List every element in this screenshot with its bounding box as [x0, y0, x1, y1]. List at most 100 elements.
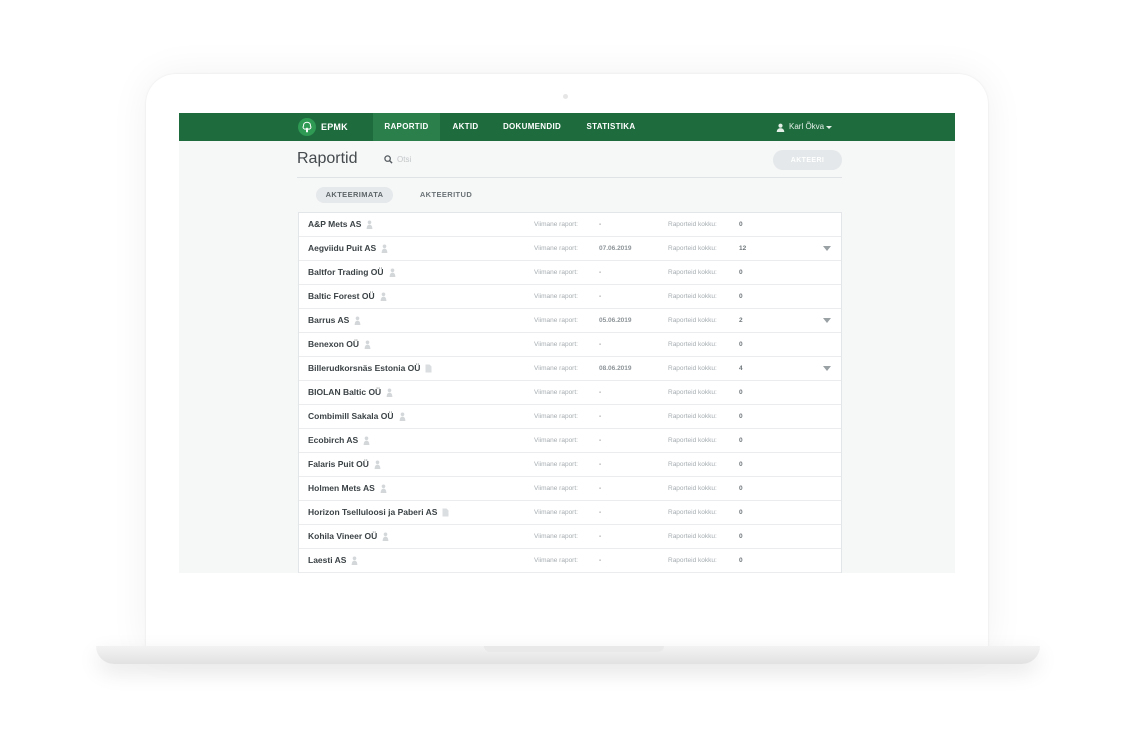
company-name-text: Ecobirch AS: [308, 435, 359, 445]
person-icon: [363, 436, 370, 445]
person-icon: [374, 460, 381, 469]
nav-item-statistika[interactable]: STATISTIKA: [579, 113, 643, 141]
company-name-text: Barrus AS: [308, 315, 350, 325]
company-list: A&P Mets AS Viimane raport: - Raporteid …: [298, 212, 842, 573]
person-icon: [352, 556, 358, 565]
list-item[interactable]: Barrus AS Viimane raport: 05.06.2019 Rap…: [299, 309, 841, 333]
last-report-value: 07.06.2019: [599, 245, 632, 252]
reports-total-value: 0: [739, 293, 743, 300]
list-item[interactable]: Aegviidu Puit AS Viimane raport: 07.06.2…: [299, 237, 841, 261]
user-name: Karl Õkva: [789, 122, 825, 131]
company-name: A&P Mets AS: [308, 213, 373, 236]
reports-total-value: 12: [739, 245, 747, 252]
tab-akteeritud[interactable]: AKTEERITUD: [409, 187, 483, 203]
reports-total-value: 0: [739, 533, 743, 540]
list-item[interactable]: Horizon Tselluloosi ja Paberi AS Viimane…: [299, 501, 841, 525]
company-name-text: A&P Mets AS: [308, 219, 362, 229]
search-input[interactable]: [397, 155, 487, 164]
reports-total-label: Raporteid kokku:: [668, 365, 717, 372]
last-report-value: -: [599, 461, 602, 468]
last-report-label: Viimane raport:: [534, 221, 578, 228]
last-report-label: Viimane raport:: [534, 341, 578, 348]
reports-total-label: Raporteid kokku:: [668, 389, 717, 396]
reports-total-label: Raporteid kokku:: [668, 509, 717, 516]
company-name-text: Combimill Sakala OÜ: [308, 411, 394, 421]
person-icon: [382, 532, 389, 541]
last-report-value: -: [599, 269, 602, 276]
user-icon: [776, 123, 785, 132]
list-item[interactable]: BIOLAN Baltic OÜ Viimane raport: - Rapor…: [299, 381, 841, 405]
reports-total-value: 4: [739, 365, 743, 372]
company-name-text: Kohila Vineer OÜ: [308, 531, 378, 541]
company-name-text: Benexon OÜ: [308, 339, 360, 349]
list-item[interactable]: Kohila Vineer OÜ Viimane raport: - Rapor…: [299, 525, 841, 549]
company-name: Ecobirch AS: [308, 429, 370, 452]
company-name: Holmen Mets AS: [308, 477, 387, 500]
company-name: Combimill Sakala OÜ: [308, 405, 406, 428]
last-report-value: -: [599, 557, 602, 564]
last-report-value: -: [599, 533, 602, 540]
list-item[interactable]: Laesti AS Viimane raport: - Raporteid ko…: [299, 549, 841, 573]
list-item[interactable]: Falaris Puit OÜ Viimane raport: - Raport…: [299, 453, 841, 477]
company-name: Baltfor Trading OÜ: [308, 261, 396, 284]
list-item[interactable]: Baltic Forest OÜ Viimane raport: - Rapor…: [299, 285, 841, 309]
reports-total-label: Raporteid kokku:: [668, 341, 717, 348]
nav-item-dokumendid[interactable]: DOKUMENDID: [494, 113, 570, 141]
camera-dot: [563, 94, 568, 99]
person-icon: [354, 316, 361, 325]
last-report-value: -: [599, 293, 602, 300]
list-item[interactable]: Benexon OÜ Viimane raport: - Raporteid k…: [299, 333, 841, 357]
list-item[interactable]: A&P Mets AS Viimane raport: - Raporteid …: [299, 213, 841, 237]
top-navbar: EPMK RAPORTID AKTID DOKUMENDID STATISTIK…: [179, 113, 955, 141]
company-name: Horizon Tselluloosi ja Paberi AS: [308, 501, 449, 524]
reports-total-value: 0: [739, 221, 743, 228]
person-icon: [380, 484, 387, 493]
nav-item-raportid[interactable]: RAPORTID: [373, 113, 440, 141]
company-name-text: Horizon Tselluloosi ja Paberi AS: [308, 507, 438, 517]
list-item[interactable]: Billerudkorsnäs Estonia OÜ Viimane rapor…: [299, 357, 841, 381]
logo[interactable]: EPMK: [298, 116, 348, 138]
chevron-down-icon[interactable]: [823, 318, 831, 323]
chevron-down-icon[interactable]: [823, 246, 831, 251]
list-item[interactable]: Ecobirch AS Viimane raport: - Raporteid …: [299, 429, 841, 453]
reports-total-value: 0: [739, 509, 743, 516]
last-report-label: Viimane raport:: [534, 389, 578, 396]
list-item[interactable]: Combimill Sakala OÜ Viimane raport: - Ra…: [299, 405, 841, 429]
last-report-label: Viimane raport:: [534, 413, 578, 420]
logo-text: EPMK: [321, 122, 348, 132]
user-menu[interactable]: Karl Õkva: [776, 113, 833, 141]
reports-total-label: Raporteid kokku:: [668, 293, 717, 300]
last-report-value: -: [599, 437, 602, 444]
list-item[interactable]: Baltfor Trading OÜ Viimane raport: - Rap…: [299, 261, 841, 285]
company-name: Billerudkorsnäs Estonia OÜ: [308, 357, 432, 380]
tree-logo-icon: [298, 118, 316, 136]
search-box: [384, 155, 487, 164]
nav-item-aktid[interactable]: AKTID: [444, 113, 487, 141]
list-item[interactable]: Holmen Mets AS Viimane raport: - Raporte…: [299, 477, 841, 501]
last-report-label: Viimane raport:: [534, 437, 578, 444]
company-name: Baltic Forest OÜ: [308, 285, 387, 308]
person-icon: [389, 268, 395, 277]
person-icon: [366, 220, 373, 229]
last-report-label: Viimane raport:: [534, 317, 578, 324]
reports-total-value: 0: [739, 437, 743, 444]
laptop-notch: [484, 646, 664, 652]
last-report-label: Viimane raport:: [534, 557, 578, 564]
chevron-down-icon[interactable]: [823, 366, 831, 371]
company-name: Kohila Vineer OÜ: [308, 525, 389, 548]
last-report-value: 05.06.2019: [599, 317, 632, 324]
last-report-value: 08.06.2019: [599, 365, 632, 372]
company-name: Falaris Puit OÜ: [308, 453, 381, 476]
akteeri-button[interactable]: AKTEERI: [773, 150, 842, 170]
reports-total-value: 0: [739, 557, 743, 564]
reports-total-label: Raporteid kokku:: [668, 557, 717, 564]
reports-total-label: Raporteid kokku:: [668, 221, 717, 228]
last-report-value: -: [599, 341, 602, 348]
reports-total-label: Raporteid kokku:: [668, 533, 717, 540]
person-icon: [381, 244, 388, 253]
chevron-down-icon: [826, 125, 833, 129]
tab-akteerimata[interactable]: AKTEERIMATA: [316, 187, 393, 203]
reports-total-value: 0: [739, 341, 743, 348]
reports-total-value: 0: [739, 413, 743, 420]
last-report-label: Viimane raport:: [534, 245, 578, 252]
